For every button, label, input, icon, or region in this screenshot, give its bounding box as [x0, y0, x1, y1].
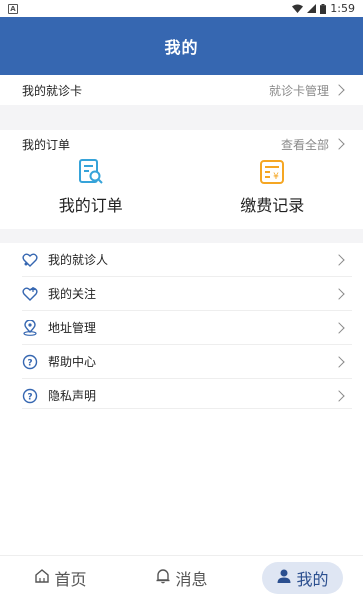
- orders-header-row: 我的订单 查看全部: [0, 130, 363, 158]
- view-all-label: 查看全部: [280, 137, 329, 152]
- chevron-right-icon: [333, 321, 345, 334]
- order-list-icon: [77, 158, 105, 186]
- divider: [22, 408, 352, 409]
- orders-section-label: 我的订单: [22, 137, 71, 152]
- privacy-icon: ?: [22, 388, 38, 404]
- bell-icon: [155, 568, 171, 588]
- user-icon: [276, 568, 292, 588]
- payment-record-icon: ¥: [258, 158, 286, 186]
- home-icon: [34, 568, 50, 588]
- chevron-right-icon: [333, 84, 345, 96]
- payment-records-shortcut[interactable]: ¥ 缴费记录: [182, 158, 363, 220]
- view-all-link[interactable]: 查看全部: [280, 136, 345, 153]
- section-gap: [0, 229, 363, 243]
- wifi-icon: [292, 4, 304, 13]
- bottom-tab-bar: 首页 消息 我的: [0, 555, 363, 600]
- chevron-right-icon: [333, 287, 345, 300]
- section-gap: [0, 105, 363, 130]
- svg-text:?: ?: [27, 392, 32, 402]
- menu-item-address[interactable]: 地址管理: [0, 311, 363, 344]
- payment-records-label: 缴费记录: [240, 196, 305, 215]
- heart-icon: [22, 286, 38, 302]
- medical-card-label: 我的就诊卡: [22, 83, 83, 98]
- patient-icon: [22, 252, 38, 268]
- tab-me[interactable]: 我的: [262, 562, 343, 594]
- chevron-right-icon: [333, 355, 345, 368]
- chevron-right-icon: [333, 253, 345, 266]
- tab-label: 消息: [175, 570, 208, 589]
- location-icon: [22, 319, 38, 336]
- orders-shortcuts: 我的订单 ¥ 缴费记录: [0, 158, 363, 220]
- menu-item-label: 地址管理: [48, 321, 97, 335]
- notification-badge: A: [8, 3, 18, 14]
- signal-icon: [307, 4, 317, 13]
- chevron-right-icon: [333, 138, 345, 150]
- tab-label: 首页: [54, 570, 87, 589]
- tab-home[interactable]: 首页: [20, 562, 100, 594]
- svg-text:¥: ¥: [273, 172, 279, 182]
- medical-card-row[interactable]: 我的就诊卡 就诊卡管理: [0, 75, 363, 105]
- menu-item-label: 我的关注: [48, 287, 97, 301]
- menu-item-help[interactable]: ? 帮助中心: [0, 345, 363, 378]
- status-bar: A 1:59: [0, 0, 363, 17]
- card-manage-link[interactable]: 就诊卡管理: [269, 82, 329, 99]
- chevron-right-icon: [333, 389, 345, 402]
- my-orders-shortcut[interactable]: 我的订单: [0, 158, 182, 220]
- svg-text:?: ?: [27, 358, 32, 368]
- clock: 1:59: [330, 2, 355, 15]
- menu-item-label: 我的就诊人: [48, 253, 109, 267]
- menu-item-patients[interactable]: 我的就诊人: [0, 243, 363, 276]
- page-header: 我的: [0, 17, 363, 75]
- menu-item-label: 帮助中心: [48, 355, 97, 369]
- my-orders-label: 我的订单: [58, 196, 123, 215]
- tab-label: 我的: [296, 570, 329, 589]
- tab-messages[interactable]: 消息: [141, 562, 221, 594]
- battery-icon: [320, 3, 327, 14]
- help-icon: ?: [22, 354, 38, 370]
- page-title: 我的: [164, 38, 199, 57]
- menu-item-label: 隐私声明: [48, 389, 97, 403]
- menu-item-follows[interactable]: 我的关注: [0, 277, 363, 310]
